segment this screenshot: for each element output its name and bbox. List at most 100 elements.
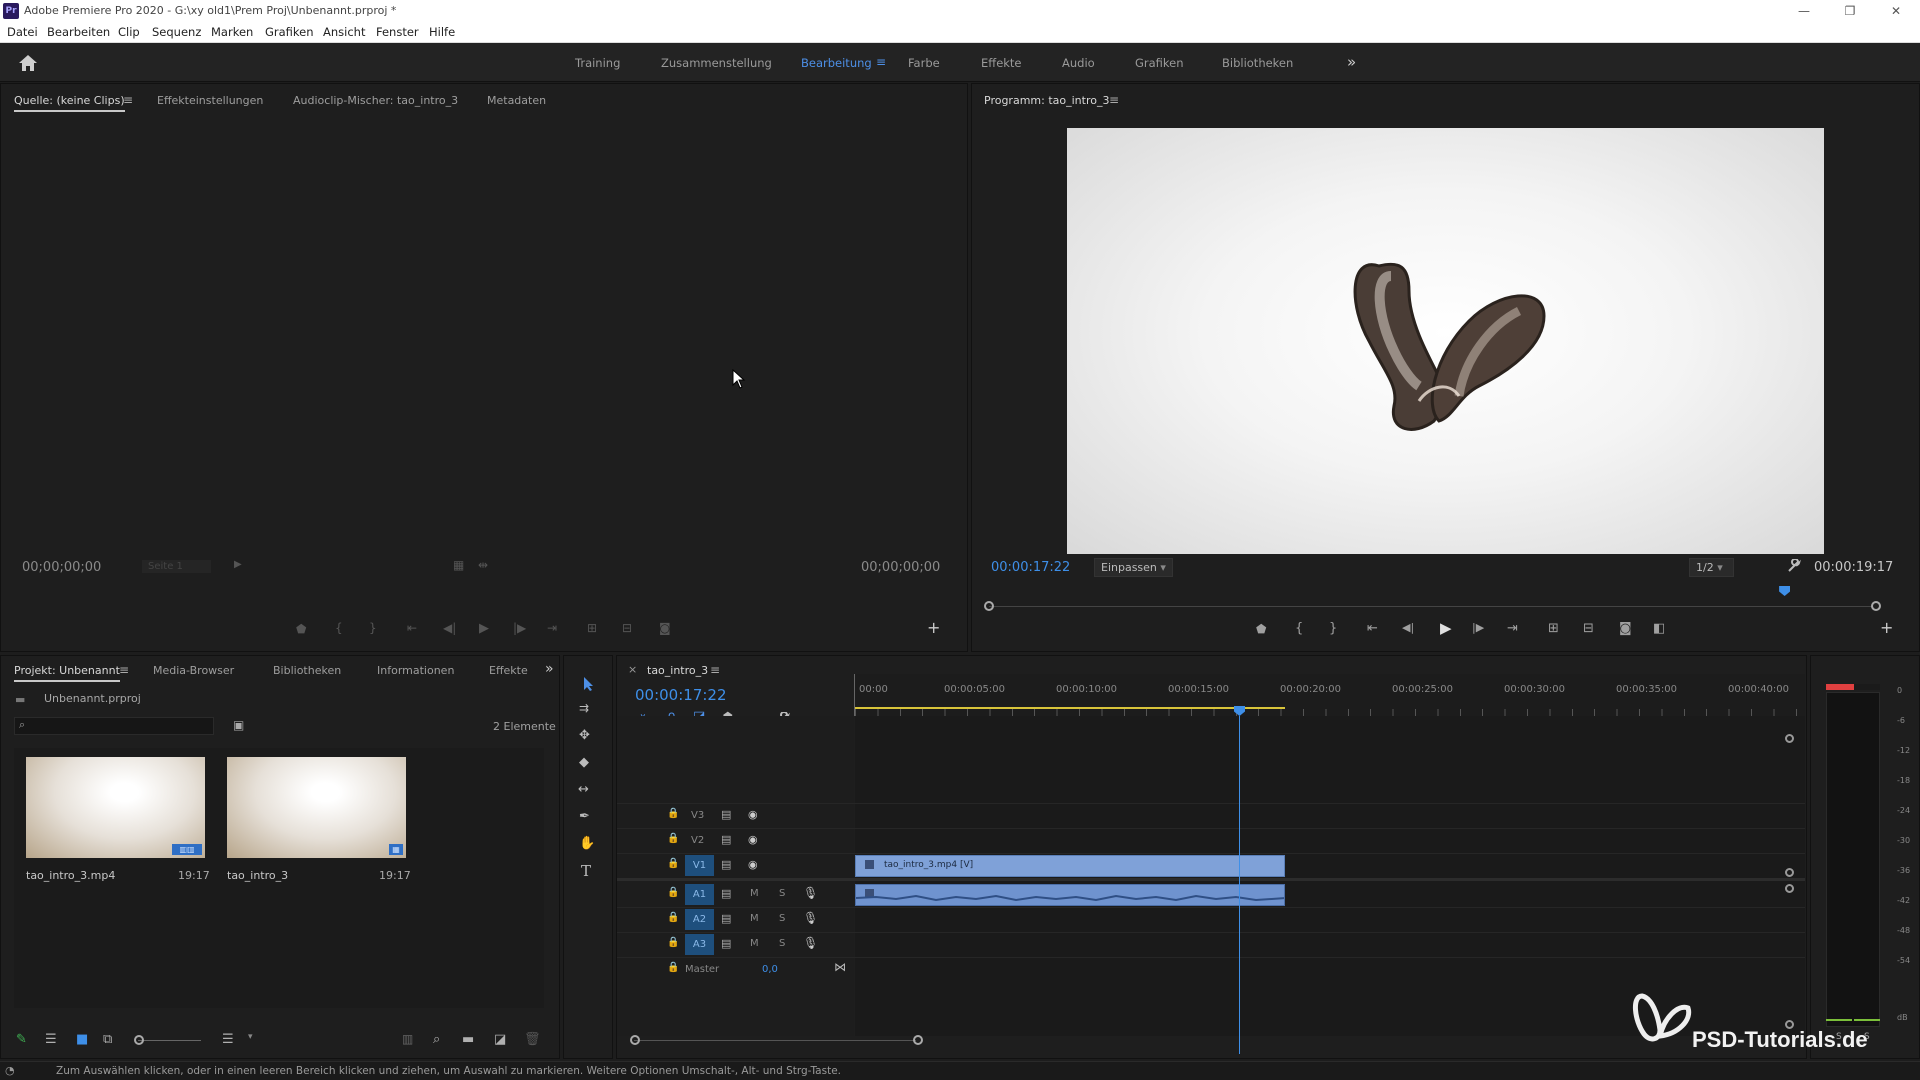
source-mark-in-icon[interactable]: { [335, 621, 343, 635]
program-resolution-dropdown[interactable]: 1/2 [1689, 558, 1734, 577]
video-track-zoom-handle[interactable] [1785, 734, 1794, 743]
menu-fenster[interactable]: Fenster [376, 25, 419, 39]
program-export-frame-icon[interactable]: ◙ [1619, 621, 1632, 636]
menu-marken[interactable]: Marken [211, 25, 253, 39]
source-play-icon[interactable]: ▶ [479, 621, 489, 636]
timeline-playhead-timecode[interactable]: 00:00:17:22 [635, 686, 727, 704]
program-panel-menu-icon[interactable]: ≡ [1109, 93, 1119, 107]
tab-info[interactable]: Informationen [377, 664, 454, 677]
lock-icon[interactable]: 🔒 [667, 887, 679, 898]
sort-icon[interactable]: ☰ [222, 1032, 234, 1047]
menu-clip[interactable]: Clip [118, 25, 140, 39]
program-panel-title[interactable]: Programm: tao_intro_3 [984, 94, 1109, 107]
tab-effects[interactable]: Effekte [489, 664, 528, 677]
lock-icon[interactable]: 🔒 [667, 833, 679, 844]
solo-button[interactable]: S [779, 938, 785, 949]
source-marker-icon[interactable]: ⬟ [296, 622, 306, 636]
audio-clip-tao-intro-3[interactable] [855, 884, 1285, 906]
timeline-zoom-handle-right[interactable] [913, 1035, 923, 1045]
thumbnail-size-handle[interactable] [134, 1035, 144, 1045]
source-go-to-out-icon[interactable]: ⇥ [547, 621, 557, 635]
mute-button[interactable]: M [750, 938, 759, 949]
sequence-menu-icon[interactable]: ≡ [710, 663, 720, 677]
video-clip-tao-intro-3[interactable]: tao_intro_3.mp4 [V] [855, 855, 1285, 877]
source-step-back-icon[interactable]: ◀| [443, 621, 456, 635]
menu-ansicht[interactable]: Ansicht [323, 25, 365, 39]
find-icon[interactable]: ⌕ [433, 1032, 440, 1047]
video-track-zoom-handle-bottom[interactable] [1785, 868, 1794, 877]
program-playhead-handle[interactable] [1779, 586, 1791, 596]
source-add-button-icon[interactable]: + [927, 618, 940, 637]
program-mark-in-icon[interactable]: { [1295, 621, 1303, 636]
program-extract-icon[interactable]: ⊟ [1583, 621, 1594, 636]
program-comparison-view-icon[interactable]: ◧ [1653, 621, 1665, 636]
list-view-icon[interactable]: ☰ [45, 1032, 57, 1047]
track-label-v3[interactable]: V3 [691, 810, 704, 821]
hand-tool-icon[interactable]: ✋ [579, 836, 595, 851]
sort-chevron-down-icon[interactable]: ▾ [248, 1032, 253, 1042]
program-lift-icon[interactable]: ⊞ [1548, 621, 1559, 636]
minimize-button[interactable]: — [1781, 1, 1827, 21]
source-step-forward-icon[interactable]: |▶ [513, 621, 526, 635]
project-item-name-1[interactable]: tao_intro_3.mp4 [26, 869, 115, 882]
source-page-dropdown[interactable]: Seite 1 [142, 560, 211, 573]
icon-view-icon[interactable]: ■ [76, 1032, 88, 1047]
tab-source[interactable]: Quelle: (keine Clips) [14, 94, 125, 112]
source-mark-out-icon[interactable]: } [369, 621, 377, 635]
home-icon[interactable] [18, 54, 38, 72]
program-mark-out-icon[interactable]: } [1329, 621, 1337, 636]
project-panel-menu-icon[interactable]: ≡ [119, 663, 129, 677]
program-add-button-icon[interactable]: + [1880, 618, 1893, 637]
clear-icon[interactable]: 🗑 [524, 1032, 541, 1047]
freeform-view-icon[interactable]: ⧉ [103, 1032, 112, 1047]
close-button[interactable]: ✕ [1873, 1, 1919, 21]
program-go-to-in-icon[interactable]: ⇤ [1367, 621, 1378, 636]
new-item-icon[interactable]: ◪ [494, 1032, 506, 1047]
lock-icon[interactable]: 🔒 [667, 912, 679, 923]
pen-tool-icon[interactable]: ✒ [579, 809, 590, 824]
timeline-zoom-handle-left[interactable] [630, 1035, 640, 1045]
video-audio-divider[interactable] [617, 878, 1805, 881]
clip-indicator-left[interactable] [1826, 684, 1854, 690]
mute-button[interactable]: M [750, 913, 759, 924]
tab-media-browser[interactable]: Media-Browser [153, 664, 234, 677]
menu-hilfe[interactable]: Hilfe [429, 25, 455, 39]
sync-lock-icon[interactable]: ▤ [721, 937, 731, 950]
tab-libraries[interactable]: Bibliotheken [273, 664, 341, 677]
ripple-edit-tool-icon[interactable]: ✥ [579, 728, 590, 743]
selection-tool-icon[interactable] [582, 676, 596, 692]
microphone-icon[interactable]: 🎙 [803, 886, 818, 900]
track-target-a2[interactable]: A2 [685, 909, 714, 930]
master-volume-value[interactable]: 0,0 [762, 964, 778, 975]
lock-icon[interactable]: 🔒 [667, 858, 679, 869]
sync-lock-icon[interactable]: ▤ [721, 808, 731, 821]
source-fit-icon[interactable]: ⇹ [478, 558, 488, 572]
razor-tool-icon[interactable]: ◆ [579, 755, 589, 770]
menu-bearbeiten[interactable]: Bearbeiten [47, 25, 110, 39]
eye-icon[interactable]: ◉ [748, 858, 758, 871]
tab-audio-clip-mixer[interactable]: Audioclip-Mischer: tao_intro_3 [293, 94, 458, 107]
workspace-tab-zusammenstellung[interactable]: Zusammenstellung [661, 56, 772, 70]
source-overwrite-icon[interactable]: ⊟ [622, 621, 632, 635]
automate-to-sequence-icon[interactable]: ▥ [402, 1032, 413, 1046]
microphone-icon[interactable]: 🎙 [803, 911, 818, 925]
workspace-tab-training[interactable]: Training [575, 56, 620, 70]
workspace-tab-bearbeitung[interactable]: Bearbeitung [801, 56, 872, 70]
program-step-back-icon[interactable]: ◀| [1402, 621, 1414, 634]
program-step-forward-icon[interactable]: |▶ [1472, 621, 1484, 634]
new-bin-icon[interactable]: ▬ [462, 1032, 474, 1047]
close-sequence-icon[interactable]: × [628, 663, 637, 676]
workspace-tab-effekte[interactable]: Effekte [981, 56, 1022, 70]
status-indicator-icon[interactable]: ◔ [5, 1064, 15, 1077]
source-insert-icon[interactable]: ⊞ [587, 621, 597, 635]
program-video-frame[interactable] [1067, 128, 1824, 554]
program-play-icon[interactable]: ▶ [1440, 619, 1452, 637]
timeline-playhead-line[interactable] [1239, 716, 1240, 1054]
track-label-v2[interactable]: V2 [691, 835, 704, 846]
sync-lock-icon[interactable]: ▤ [721, 833, 731, 846]
audio-track-zoom-handle[interactable] [1785, 884, 1794, 893]
program-marker-icon[interactable]: ⬟ [1256, 622, 1266, 636]
program-zoom-handle-left[interactable] [984, 601, 994, 611]
lock-icon[interactable]: 🔒 [667, 937, 679, 948]
program-zoom-handle-right[interactable] [1871, 601, 1881, 611]
